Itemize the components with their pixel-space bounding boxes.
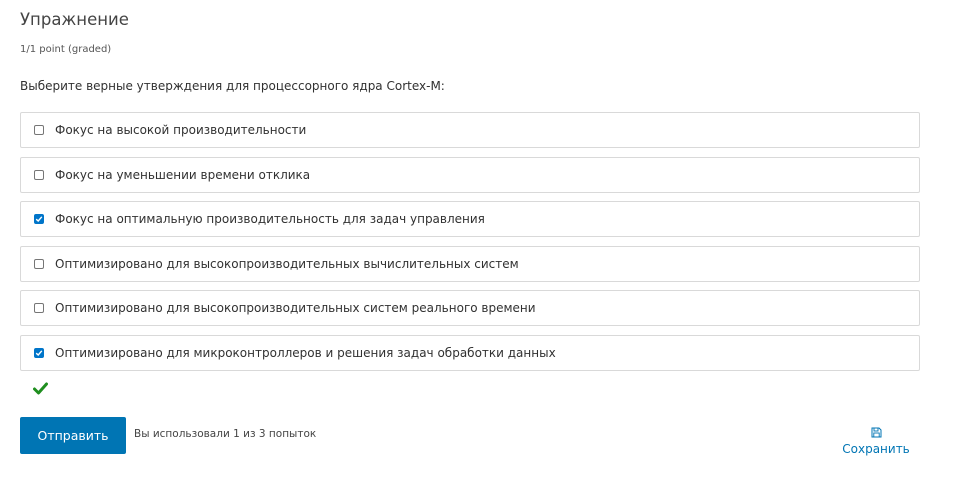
choice-option[interactable]: Оптимизировано для высокопроизводительны… <box>20 290 920 326</box>
checkbox[interactable] <box>34 258 44 269</box>
problem-title: Упражнение <box>20 10 129 29</box>
choice-option[interactable]: Фокус на оптимальную производительность … <box>20 201 920 237</box>
choice-option[interactable]: Фокус на уменьшении времени отклика <box>20 156 920 193</box>
checkbox[interactable] <box>34 347 44 358</box>
choice-list: Фокус на высокой производительности Фоку… <box>20 112 920 379</box>
choice-label: Оптимизировано для микроконтроллеров и р… <box>55 345 556 360</box>
question-text: Выберите верные утверждения для процессо… <box>20 79 445 93</box>
choice-option[interactable]: Фокус на высокой производительности <box>20 112 920 148</box>
problem-page: Упражнение 1/1 point (graded) Выберите в… <box>0 0 957 480</box>
checkbox[interactable] <box>34 125 44 135</box>
choice-option[interactable]: Оптимизировано для высокопроизводительны… <box>20 245 920 282</box>
checkbox[interactable] <box>34 169 44 180</box>
checkbox-check-icon <box>35 349 43 356</box>
checkmark-icon <box>33 382 48 395</box>
points-label: 1/1 point (graded) <box>20 44 112 55</box>
attempts-text: Вы использовали 1 из 3 попыток <box>134 428 317 440</box>
choice-label: Фокус на оптимальную производительность … <box>55 212 485 226</box>
choice-label: Фокус на высокой производительности <box>55 123 307 137</box>
submit-button[interactable]: Отправить <box>20 417 126 454</box>
save-button[interactable]: Сохранить <box>840 427 912 461</box>
choice-label: Оптимизировано для высокопроизводительны… <box>55 301 536 315</box>
floppy-disk-icon <box>871 427 881 438</box>
choice-label: Оптимизировано для высокопроизводительны… <box>55 256 519 271</box>
checkbox[interactable] <box>34 303 44 313</box>
choice-label: Фокус на уменьшении времени отклика <box>55 167 311 182</box>
checkbox[interactable] <box>34 214 44 224</box>
save-label: Сохранить <box>842 442 910 456</box>
choice-option[interactable]: Оптимизировано для микроконтроллеров и р… <box>20 334 920 371</box>
checkbox-check-icon <box>35 216 43 223</box>
